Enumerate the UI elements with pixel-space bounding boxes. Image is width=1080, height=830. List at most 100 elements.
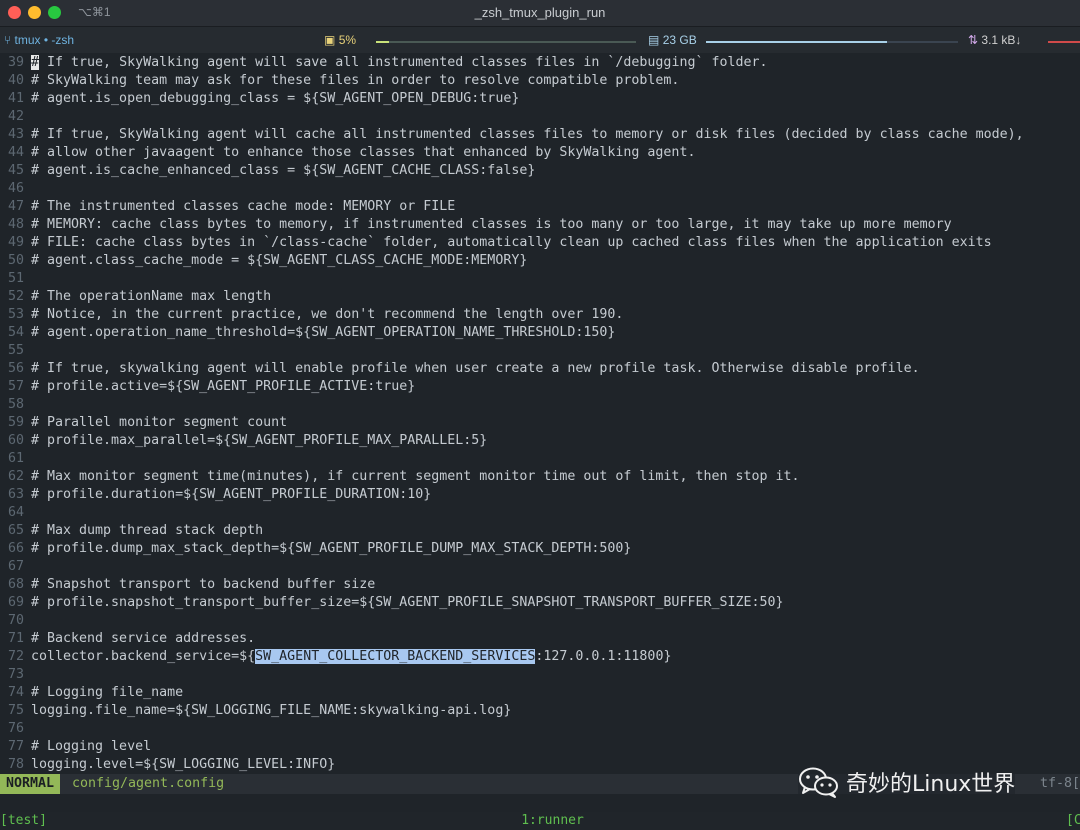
line-text: # SkyWalking team may ask for these file… xyxy=(31,73,680,88)
line-text: # profile.duration=${SW_AGENT_PROFILE_DU… xyxy=(31,487,432,502)
editor-line[interactable]: 54 # agent.operation_name_threshold=${SW_… xyxy=(0,324,615,342)
mode-indicator: NORMAL xyxy=(0,774,61,794)
line-number: 50 xyxy=(7,253,24,268)
editor-line[interactable]: 46 xyxy=(0,180,31,198)
editor-line[interactable]: 78 logging.level=${SW_LOGGING_LEVEL:INFO} xyxy=(0,756,335,774)
line-number: 52 xyxy=(7,289,24,304)
line-number: 61 xyxy=(7,451,24,466)
cpu-icon: ▣ xyxy=(324,33,336,47)
line-number: 77 xyxy=(7,739,24,754)
line-number: 53 xyxy=(7,307,24,322)
network-status[interactable]: ⇅ 3.1 kB↓ xyxy=(968,33,1021,47)
editor-line[interactable]: 77 # Logging level xyxy=(0,738,151,756)
vim-editor[interactable]: 39 # If true, SkyWalking agent will save … xyxy=(0,54,1080,774)
editor-line[interactable]: 72 collector.backend_service=${SW_AGENT_C… xyxy=(0,648,671,666)
line-text: # Logging file_name xyxy=(31,685,184,700)
line-number: 55 xyxy=(7,343,24,358)
line-text: # agent.is_cache_enhanced_class = ${SW_A… xyxy=(31,163,536,178)
editor-line[interactable]: 57 # profile.active=${SW_AGENT_PROFILE_AC… xyxy=(0,378,415,396)
line-number: 47 xyxy=(7,199,24,214)
memory-status[interactable]: ▤ 23 GB xyxy=(648,33,697,47)
session-label: tmux • -zsh xyxy=(14,33,75,47)
line-number: 40 xyxy=(7,73,24,88)
line-text: # The instrumented classes cache mode: M… xyxy=(31,199,456,214)
line-number: 78 xyxy=(7,757,24,772)
memory-graph xyxy=(706,41,958,43)
editor-line[interactable]: 63 # profile.duration=${SW_AGENT_PROFILE_… xyxy=(0,486,431,504)
line-number: 45 xyxy=(7,163,24,178)
editor-line[interactable]: 55 xyxy=(0,342,31,360)
watermark-text: 奇妙的Linux世界 xyxy=(846,772,1016,797)
editor-line[interactable]: 73 xyxy=(0,666,31,684)
cpu-status[interactable]: ▣ 5% xyxy=(324,33,356,47)
line-text: # allow other javaagent to enhance those… xyxy=(31,145,696,160)
editor-line[interactable]: 65 # Max dump thread stack depth xyxy=(0,522,263,540)
line-number: 51 xyxy=(7,271,24,286)
line-number: 48 xyxy=(7,217,24,232)
line-number: 73 xyxy=(7,667,24,682)
editor-line[interactable]: 51 xyxy=(0,270,31,288)
line-text: logging.file_name=${SW_LOGGING_FILE_NAME… xyxy=(31,703,512,718)
memory-graph-fill xyxy=(706,41,888,43)
line-text: logging.level=${SW_LOGGING_LEVEL:INFO} xyxy=(31,757,336,772)
line-text: # agent.operation_name_threshold=${SW_AG… xyxy=(31,325,616,340)
file-encoding: tf-8[ xyxy=(1039,776,1080,791)
line-number: 66 xyxy=(7,541,24,556)
editor-line[interactable]: 62 # Max monitor segment time(minutes), i… xyxy=(0,468,800,486)
line-text: # Parallel monitor segment count xyxy=(31,415,288,430)
editor-line[interactable]: 44 # allow other javaagent to enhance tho… xyxy=(0,144,695,162)
editor-line[interactable]: 50 # agent.class_cache_mode = ${SW_AGENT_… xyxy=(0,252,527,270)
branch-icon: ⑂ xyxy=(4,33,12,47)
editor-line[interactable]: 59 # Parallel monitor segment count xyxy=(0,414,287,432)
tmux-window[interactable]: 1:runner xyxy=(0,812,1080,830)
line-number: 68 xyxy=(7,577,24,592)
line-number: 60 xyxy=(7,433,24,448)
editor-line[interactable]: 58 xyxy=(0,396,31,414)
editor-line[interactable]: 75 logging.file_name=${SW_LOGGING_FILE_NA… xyxy=(0,702,511,720)
line-text: # FILE: cache class bytes in `/class-cac… xyxy=(31,235,992,250)
editor-line[interactable]: 68 # Snapshot transport to backend buffer… xyxy=(0,576,375,594)
editor-line[interactable]: 67 xyxy=(0,558,31,576)
line-number: 74 xyxy=(7,685,24,700)
line-number: 49 xyxy=(7,235,24,250)
editor-line[interactable]: 49 # FILE: cache class bytes in `/class-c… xyxy=(0,234,992,252)
editor-line[interactable]: 39 # If true, SkyWalking agent will save … xyxy=(0,54,768,72)
line-number: 67 xyxy=(7,559,24,574)
editor-line[interactable]: 43 # If true, SkyWalking agent will cache… xyxy=(0,126,1024,144)
cpu-value: 5% xyxy=(338,33,357,47)
line-number: 72 xyxy=(7,649,24,664)
editor-line[interactable]: 64 xyxy=(0,504,31,522)
wechat-icon xyxy=(799,767,838,798)
line-text-tail: :127.0.0.1:11800} xyxy=(535,649,672,664)
editor-line[interactable]: 69 # profile.snapshot_transport_buffer_si… xyxy=(0,594,784,612)
line-number: 39 xyxy=(7,55,24,70)
line-number: 59 xyxy=(7,415,24,430)
line-text: collector.backend_service=${ xyxy=(31,649,256,664)
line-number: 57 xyxy=(7,379,24,394)
editor-line[interactable]: 61 xyxy=(0,450,31,468)
editor-line[interactable]: 66 # profile.dump_max_stack_depth=${SW_AG… xyxy=(0,540,631,558)
line-text: # agent.is_open_debugging_class = ${SW_A… xyxy=(31,91,520,106)
editor-line[interactable]: 48 # MEMORY: cache class bytes to memory,… xyxy=(0,216,952,234)
session-status[interactable]: ⑂ tmux • -zsh xyxy=(4,33,74,47)
editor-line[interactable]: 71 # Backend service addresses. xyxy=(0,630,255,648)
editor-line[interactable]: 47 # The instrumented classes cache mode:… xyxy=(0,198,455,216)
editor-line[interactable]: 41 # agent.is_open_debugging_class = ${SW… xyxy=(0,90,519,108)
line-text: # profile.dump_max_stack_depth=${SW_AGEN… xyxy=(31,541,632,556)
cpu-graph xyxy=(376,41,636,43)
editor-line[interactable]: 53 # Notice, in the current practice, we … xyxy=(0,306,623,324)
editor-line[interactable]: 70 xyxy=(0,612,31,630)
editor-line[interactable]: 56 # If true, skywalking agent will enabl… xyxy=(0,360,920,378)
editor-line[interactable]: 76 xyxy=(0,720,31,738)
line-number: 41 xyxy=(7,91,24,106)
line-text: # agent.class_cache_mode = ${SW_AGENT_CL… xyxy=(31,253,528,268)
editor-line[interactable]: 40 # SkyWalking team may ask for these fi… xyxy=(0,72,679,90)
editor-line[interactable]: 45 # agent.is_cache_enhanced_class = ${SW… xyxy=(0,162,535,180)
line-text: # Max dump thread stack depth xyxy=(31,523,264,538)
editor-line[interactable]: 74 # Logging file_name xyxy=(0,684,183,702)
line-number: 65 xyxy=(7,523,24,538)
editor-line[interactable]: 60 # profile.max_parallel=${SW_AGENT_PROF… xyxy=(0,432,487,450)
editor-line[interactable]: 42 xyxy=(0,108,31,126)
line-text: # Max monitor segment time(minutes), if … xyxy=(31,469,800,484)
editor-line[interactable]: 52 # The operationName max length xyxy=(0,288,271,306)
